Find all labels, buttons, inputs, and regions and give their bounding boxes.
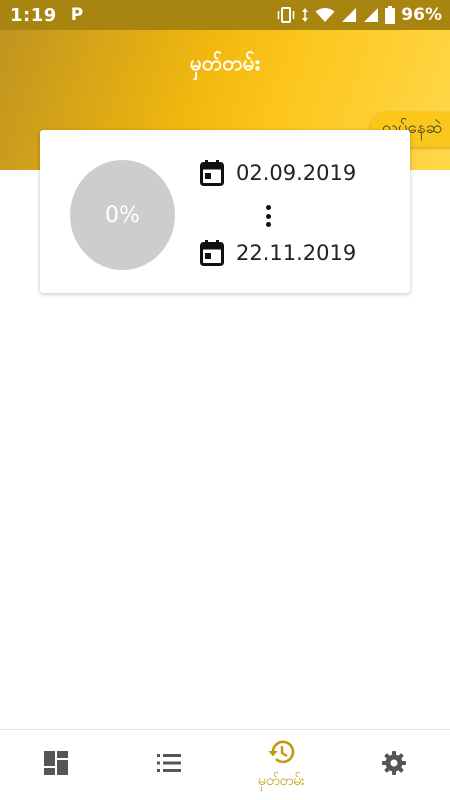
end-date: 22.11.2019: [236, 241, 357, 265]
end-date-row: 22.11.2019: [200, 240, 356, 266]
more-icon[interactable]: [262, 204, 274, 228]
notification-app-icon: P: [70, 5, 84, 25]
nav-item-settings[interactable]: [338, 730, 450, 800]
start-date: 02.09.2019: [236, 161, 357, 185]
nav-item-history[interactable]: မှတ်တမ်း: [225, 730, 338, 800]
progress-circle: 0%: [70, 160, 175, 270]
status-bar: 1:19 P 96%: [0, 0, 450, 30]
history-card[interactable]: 0% 02.09.2019 22.11.2019: [40, 130, 410, 293]
history-icon: [267, 739, 295, 769]
status-icons: 96%: [277, 5, 442, 25]
calendar-icon: [200, 160, 224, 186]
battery-icon: [385, 6, 396, 24]
nav-item-dashboard[interactable]: [0, 730, 113, 800]
nav-label-history: မှတ်တမ်း: [257, 772, 305, 789]
status-time: 1:19: [10, 4, 57, 26]
data-arrows-icon: [301, 7, 309, 23]
dashboard-icon: [43, 750, 69, 780]
progress-percent: 0%: [105, 202, 140, 228]
signal-icon: [341, 7, 357, 23]
nav-item-list[interactable]: [113, 730, 226, 800]
start-date-row: 02.09.2019: [200, 160, 356, 186]
list-icon: [156, 752, 182, 778]
page-title: မှတ်တမ်း: [189, 51, 261, 75]
battery-percent: 96%: [401, 5, 442, 25]
signal-icon: [363, 7, 379, 23]
vibrate-icon: [277, 7, 295, 23]
bottom-nav: မှတ်တမ်း: [0, 729, 450, 800]
calendar-icon: [200, 240, 224, 266]
settings-icon: [381, 750, 407, 780]
wifi-icon: [315, 7, 335, 23]
